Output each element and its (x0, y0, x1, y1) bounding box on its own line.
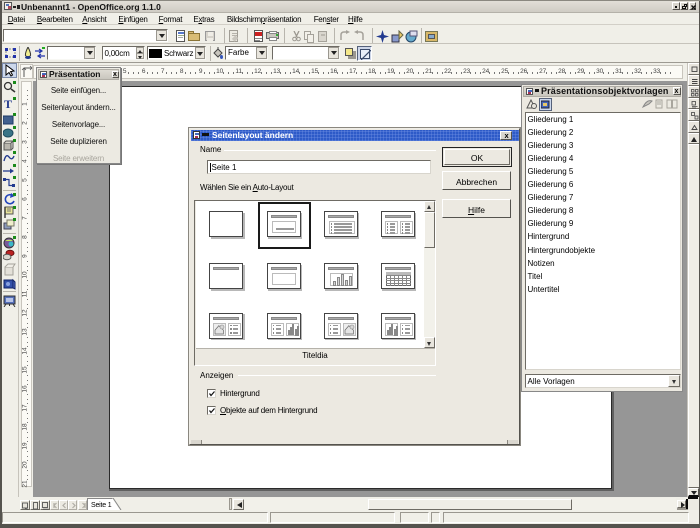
svg-text:T: T (4, 97, 12, 110)
